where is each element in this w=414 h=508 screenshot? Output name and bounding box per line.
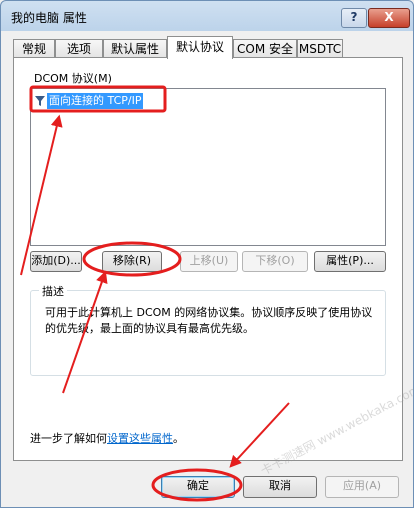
list-item-label: 面向连接的 TCP/IP: [47, 93, 144, 109]
tab-com-security[interactable]: COM 安全: [233, 39, 297, 58]
learn-more-link[interactable]: 设置这些属性: [107, 432, 173, 445]
learn-more-prefix: 进一步了解如何: [30, 432, 107, 445]
add-button[interactable]: 添加(D)...: [30, 251, 82, 272]
description-text: 可用于此计算机上 DCOM 的网络协议集。协议顺序反映了使用协议的优先级，最上面…: [45, 306, 373, 335]
move-down-button[interactable]: 下移(O): [242, 251, 308, 272]
title-bar: 我的电脑 属性 ? X: [1, 1, 413, 31]
tab-general[interactable]: 常规: [13, 39, 55, 58]
close-button[interactable]: X: [368, 8, 410, 28]
dcom-protocols-label: DCOM 协议(M): [34, 72, 112, 85]
window-title: 我的电脑 属性: [11, 11, 87, 25]
remove-button[interactable]: 移除(R): [102, 251, 162, 272]
tab-msdtc[interactable]: MSDTC: [297, 39, 343, 58]
learn-more-suffix: 。: [173, 432, 184, 445]
ok-button[interactable]: 确定: [161, 476, 235, 498]
move-up-button[interactable]: 上移(U): [180, 251, 238, 272]
help-button[interactable]: ?: [341, 8, 367, 28]
learn-more: 进一步了解如何设置这些属性。: [30, 430, 184, 446]
description-group: 描述 可用于此计算机上 DCOM 的网络协议集。协议顺序反映了使用协议的优先级，…: [30, 283, 386, 376]
tab-strip: 常规 选项 默认属性 默认协议 COM 安全 MSDTC: [13, 36, 403, 59]
properties-window: 我的电脑 属性 ? X 常规 选项 默认属性 默认协议 COM 安全 MSDTC…: [0, 0, 414, 508]
tab-panel: DCOM 协议(M) 面向连接的 TCP/IP 添加(D)... 移除(R) 上…: [13, 57, 403, 461]
tab-options[interactable]: 选项: [55, 39, 103, 58]
description-legend: 描述: [39, 283, 67, 299]
tab-default-protocols[interactable]: 默认协议: [167, 36, 233, 59]
dcom-protocol-list[interactable]: 面向连接的 TCP/IP: [30, 88, 386, 246]
apply-button[interactable]: 应用(A): [325, 476, 399, 498]
list-item[interactable]: 面向连接的 TCP/IP: [35, 93, 144, 109]
properties-button[interactable]: 属性(P)...: [314, 251, 386, 272]
cancel-button[interactable]: 取消: [243, 476, 317, 498]
tab-default-properties[interactable]: 默认属性: [103, 39, 167, 58]
filter-icon: [35, 96, 45, 106]
